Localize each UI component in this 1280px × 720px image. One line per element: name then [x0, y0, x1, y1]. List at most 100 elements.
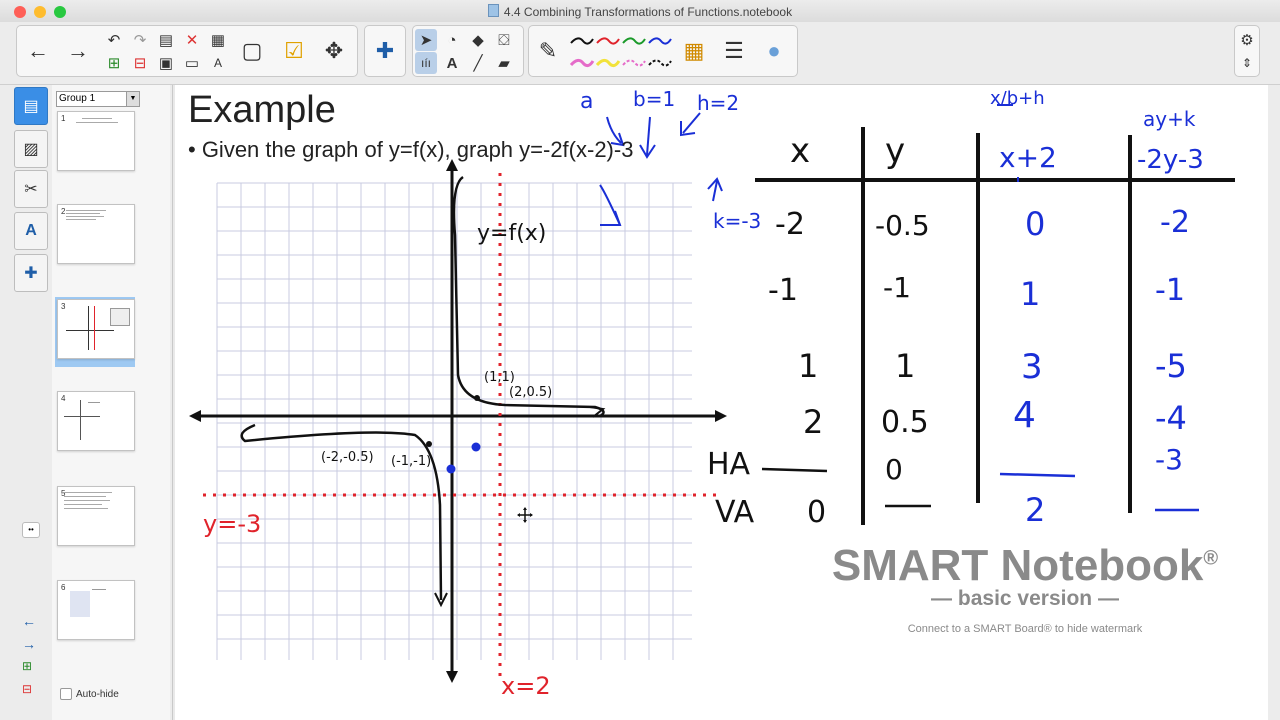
thumb-graph — [70, 591, 90, 617]
eraser-icon[interactable]: ▰ — [493, 52, 515, 74]
gallery-tab[interactable]: ▨ — [14, 130, 48, 168]
page-thumbnail-3[interactable]: 3 — [57, 299, 135, 359]
graph-label: y=f(x) — [477, 221, 547, 246]
va-label: VA — [715, 495, 755, 530]
page-number: 6 — [61, 583, 66, 592]
thumb-text — [64, 504, 102, 505]
black-dashed-pen-swatch[interactable] — [647, 53, 673, 73]
group-select[interactable]: Group 1 ▼ — [56, 91, 140, 107]
color-palette-icon[interactable]: ▦ — [677, 31, 711, 71]
cell-y-row4: 0.5 — [881, 405, 929, 440]
auto-hide-control[interactable]: Auto-hide — [60, 688, 119, 700]
addons-tab[interactable]: ✚ — [14, 254, 48, 292]
shapes-icon[interactable]: ◔ — [441, 29, 463, 51]
toolbar-group-pens: ✎ ▦ ☰ ● — [528, 25, 798, 77]
page-thumbnail-1[interactable]: 1 — [57, 111, 135, 171]
ha-yt-value: -3 — [1155, 443, 1183, 476]
transparency-icon[interactable]: ● — [757, 31, 791, 71]
redo-icon[interactable]: ↷ — [129, 29, 151, 51]
delete-page-icon[interactable]: ⊟ — [129, 52, 151, 74]
registered-mark: ® — [1203, 547, 1219, 570]
right-scroll-area[interactable] — [1268, 85, 1280, 720]
thumb-text — [64, 496, 106, 497]
annotation-k: k=-3 — [713, 209, 762, 233]
text-tool-icon[interactable]: A — [441, 52, 463, 74]
page-thumbnail-2[interactable]: 2 — [57, 204, 135, 264]
annotation-a: a — [580, 89, 594, 114]
collapse-sidebar-button[interactable]: •• — [22, 522, 40, 538]
slide-canvas[interactable]: Example • Given the graph of y=f(x), gra… — [175, 85, 1268, 720]
puzzle-icon[interactable]: ✚ — [368, 31, 402, 71]
previous-page-icon[interactable]: ← — [22, 613, 36, 629]
text-recognition-icon[interactable]: A — [207, 52, 229, 74]
yellow-highlighter-swatch[interactable] — [595, 53, 621, 73]
smart-watermark: SMART Notebook® — basic version — Connec… — [815, 541, 1235, 635]
page-thumbnail-6[interactable]: 6 — [57, 580, 135, 640]
add-page-icon[interactable]: ⊞ — [103, 52, 125, 74]
toolbar-position-icon[interactable]: ⇕ — [1236, 52, 1258, 74]
point-label-1-1: (1,1) — [484, 370, 515, 385]
axes — [189, 159, 727, 683]
va-xt-value: 2 — [1025, 491, 1046, 529]
auto-hide-checkbox[interactable] — [60, 688, 72, 700]
back-arrow-icon[interactable]: ← — [21, 31, 55, 71]
green-pen-swatch[interactable] — [621, 31, 647, 51]
pen-icon[interactable]: ✎ — [531, 31, 565, 71]
y-transform-formula: ay+k — [1143, 107, 1196, 131]
forward-arrow-icon[interactable]: → — [61, 31, 95, 71]
line-style-icon[interactable]: ☰ — [717, 31, 751, 71]
page-thumbnail-4[interactable]: 4 — [57, 391, 135, 451]
document-camera-icon[interactable]: ▢ — [235, 31, 269, 71]
slide-title: Example — [188, 89, 336, 131]
table-icon[interactable]: ▦ — [207, 29, 229, 51]
thumb-axis — [80, 400, 81, 440]
select-arrow-icon[interactable]: ➤ — [415, 29, 437, 51]
paste-icon[interactable]: ▤ — [155, 29, 177, 51]
gallery-icon: ▨ — [23, 141, 39, 158]
thumb-text — [92, 589, 106, 590]
thumb-asymptote — [94, 306, 95, 350]
undo-icon[interactable]: ↶ — [103, 29, 125, 51]
fill-icon[interactable]: ◆ — [467, 29, 489, 51]
save-icon[interactable]: ▣ — [155, 52, 177, 74]
thumb-text — [64, 500, 110, 501]
thumb-axis — [64, 416, 100, 417]
title-bar: 4.4 Combining Transformations of Functio… — [0, 0, 1280, 23]
va-x-value: 0 — [807, 495, 827, 530]
page-sorter-tab[interactable]: ▤ — [14, 87, 48, 125]
paperclip-icon: ✂ — [24, 181, 38, 198]
page-number: 1 — [61, 114, 66, 123]
toolbar-group-lab: ✚ — [364, 25, 406, 77]
red-pen-swatch[interactable] — [595, 31, 621, 51]
thumb-text — [66, 213, 100, 214]
puzzle-icon: ✚ — [24, 265, 38, 282]
pink-dashed-pen-swatch[interactable] — [621, 53, 647, 73]
cell-y-row3: 1 — [895, 347, 916, 385]
add-page-icon-side[interactable]: ⊞ — [22, 659, 32, 673]
response-icon[interactable]: ☑ — [277, 31, 311, 71]
addons-icon[interactable]: ✥ — [317, 31, 351, 71]
delete-page-icon-side[interactable]: ⊟ — [22, 682, 32, 696]
slide-bullet: • Given the graph of y=f(x), graph y=-2f… — [188, 137, 634, 162]
line-tool-icon[interactable]: ╱ — [467, 52, 489, 74]
attachments-tab[interactable]: ✂ — [14, 170, 48, 208]
page-sorter: Group 1 ▼ 1 2 3 4 5 6 Auto-hide — [52, 85, 170, 720]
paint-bucket-icon[interactable]: ⛋ — [493, 29, 515, 51]
black-pen-swatch[interactable] — [569, 31, 595, 51]
delete-icon[interactable]: ✕ — [181, 29, 203, 51]
page-thumbnail-5[interactable]: 5 — [57, 486, 135, 546]
cell-xt-row3: 3 — [1021, 347, 1043, 387]
x-transform-formula: x/b+h — [990, 88, 1045, 109]
next-page-icon[interactable]: → — [22, 636, 36, 652]
gear-icon[interactable]: ⚙ — [1236, 29, 1258, 51]
properties-tab[interactable]: A — [14, 212, 48, 250]
pen-tool-icon[interactable]: ıíı — [415, 52, 437, 74]
magenta-highlighter-swatch[interactable] — [569, 53, 595, 73]
toolbar-group-tools: ➤ ◔ ◆ ⛋ ıíı A ╱ ▰ — [412, 25, 524, 77]
cell-xt-row1: 0 — [1025, 205, 1046, 243]
cell-yt-row3: -5 — [1155, 347, 1187, 385]
screen-shade-icon[interactable]: ▭ — [181, 52, 203, 74]
point-label-2-0.5: (2,0.5) — [509, 385, 553, 400]
vertical-asymptote-label: x=2 — [501, 672, 551, 700]
blue-pen-swatch[interactable] — [647, 31, 673, 51]
